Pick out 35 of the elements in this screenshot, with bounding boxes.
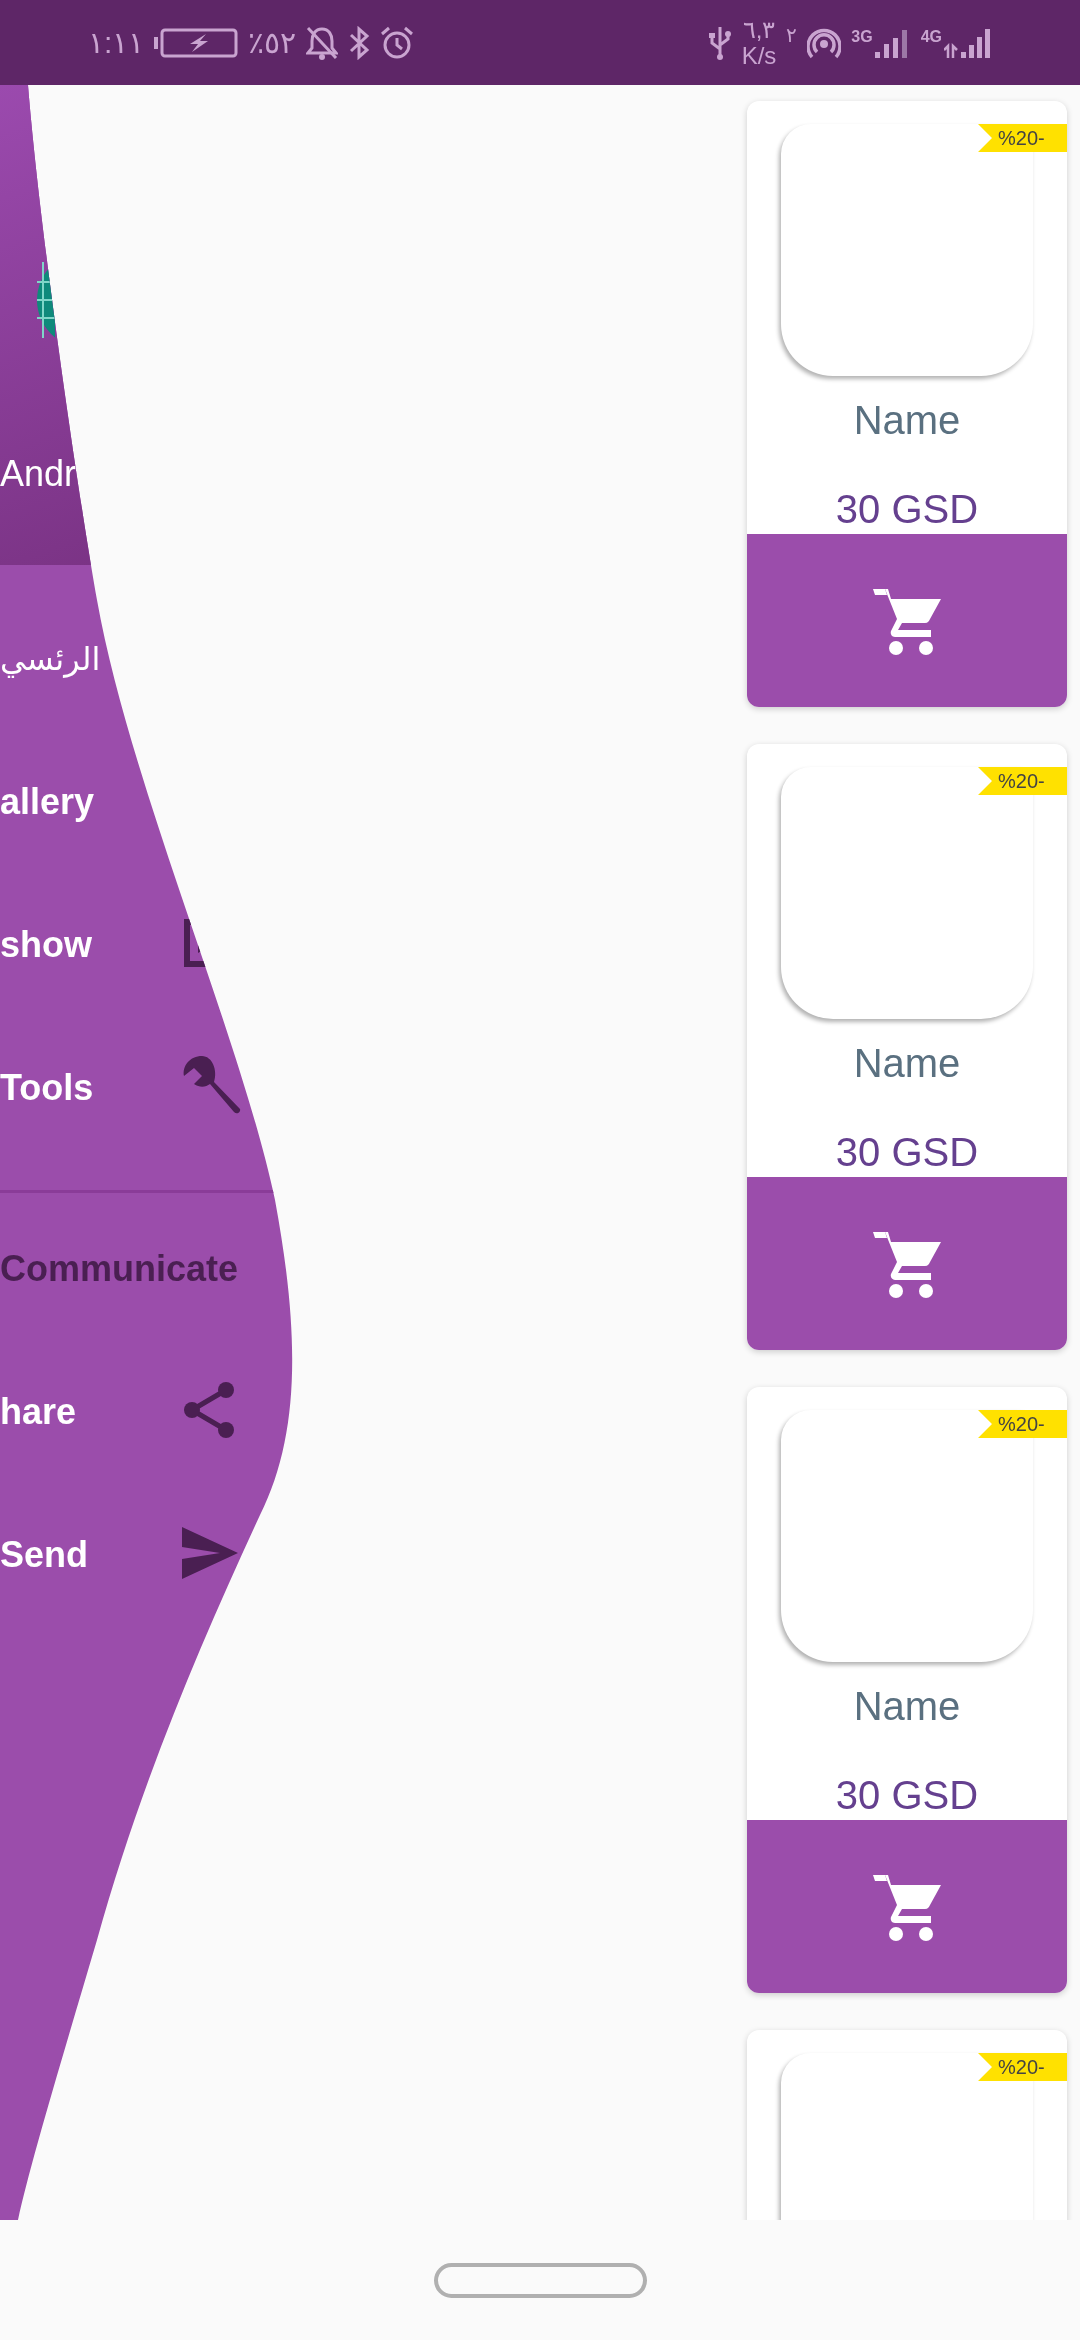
discount-badge: %20- xyxy=(978,124,1067,152)
menu-item[interactable]: Send xyxy=(0,1483,320,1626)
product-price: 30 GSD xyxy=(835,486,979,533)
alarm-icon xyxy=(380,25,415,60)
signal-icon xyxy=(944,27,992,58)
discount-badge: %20- xyxy=(978,2053,1067,2081)
discount-badge: %20- xyxy=(978,767,1067,795)
bluetooth-icon xyxy=(348,25,371,60)
network-type: 4G xyxy=(920,27,942,46)
battery-percent: ٪٥٢ xyxy=(248,25,297,60)
add-to-cart-button[interactable] xyxy=(747,534,1067,707)
product-name: Name xyxy=(853,1683,961,1730)
menu-item[interactable]: Tools xyxy=(0,1016,320,1159)
menu-item[interactable]: allery xyxy=(0,730,320,873)
product-price: 30 GSD xyxy=(835,1772,979,1819)
user-name: Andr xyxy=(0,452,77,496)
hotspot-count: ٢ xyxy=(786,22,798,47)
menu-item[interactable]: الرئسي xyxy=(0,587,320,730)
network-type: 3G xyxy=(851,27,873,46)
clock-time: ١:١١ xyxy=(88,25,145,60)
product-name: Name xyxy=(853,397,961,444)
product-name: Name xyxy=(853,1040,961,1087)
menu-item[interactable]: hare xyxy=(0,1340,320,1483)
bell-off-icon xyxy=(306,25,339,60)
add-to-cart-button[interactable] xyxy=(747,1820,1067,1993)
product-price: 30 GSD xyxy=(835,1129,979,1176)
add-to-cart-button[interactable] xyxy=(747,1177,1067,1350)
speed-unit: K/s xyxy=(741,42,777,69)
section-title: Communicate xyxy=(0,1247,239,1290)
speed-value: ٦,٣ xyxy=(742,16,776,43)
menu-item[interactable]: show xyxy=(0,873,320,1016)
discount-badge: %20- xyxy=(978,1410,1067,1438)
usb-icon xyxy=(707,24,732,61)
battery-icon xyxy=(154,27,239,58)
gesture-handle[interactable] xyxy=(433,2262,647,2298)
